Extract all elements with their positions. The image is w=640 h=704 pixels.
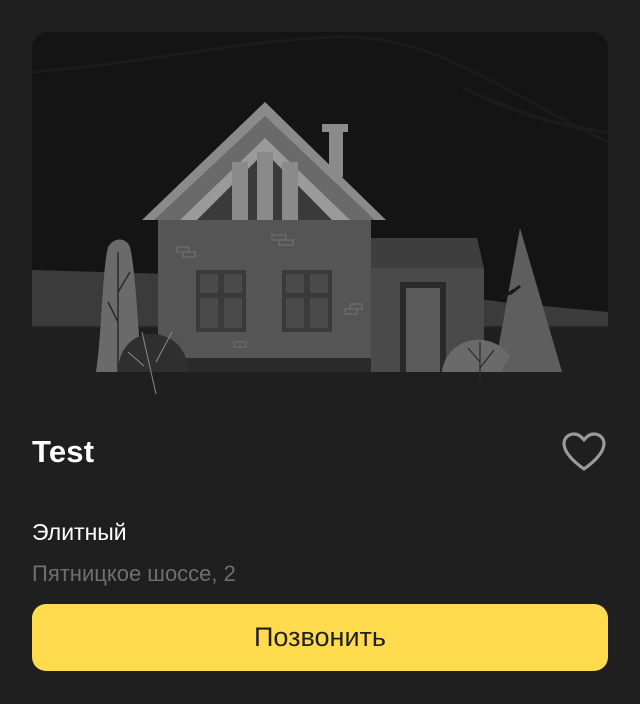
listing-card: Test Элитный Пятницкое шоссе, 2 Позвонит… — [0, 0, 640, 704]
heart-outline-icon — [562, 432, 606, 471]
listing-photo[interactable] — [32, 32, 608, 404]
favorite-button[interactable] — [560, 430, 608, 474]
listing-title: Test — [32, 434, 95, 469]
listing-address: Пятницкое шоссе, 2 — [32, 561, 236, 586]
listing-category: Элитный — [32, 519, 127, 545]
call-button[interactable]: Позвонить — [32, 604, 608, 671]
house-illustration — [32, 32, 608, 404]
